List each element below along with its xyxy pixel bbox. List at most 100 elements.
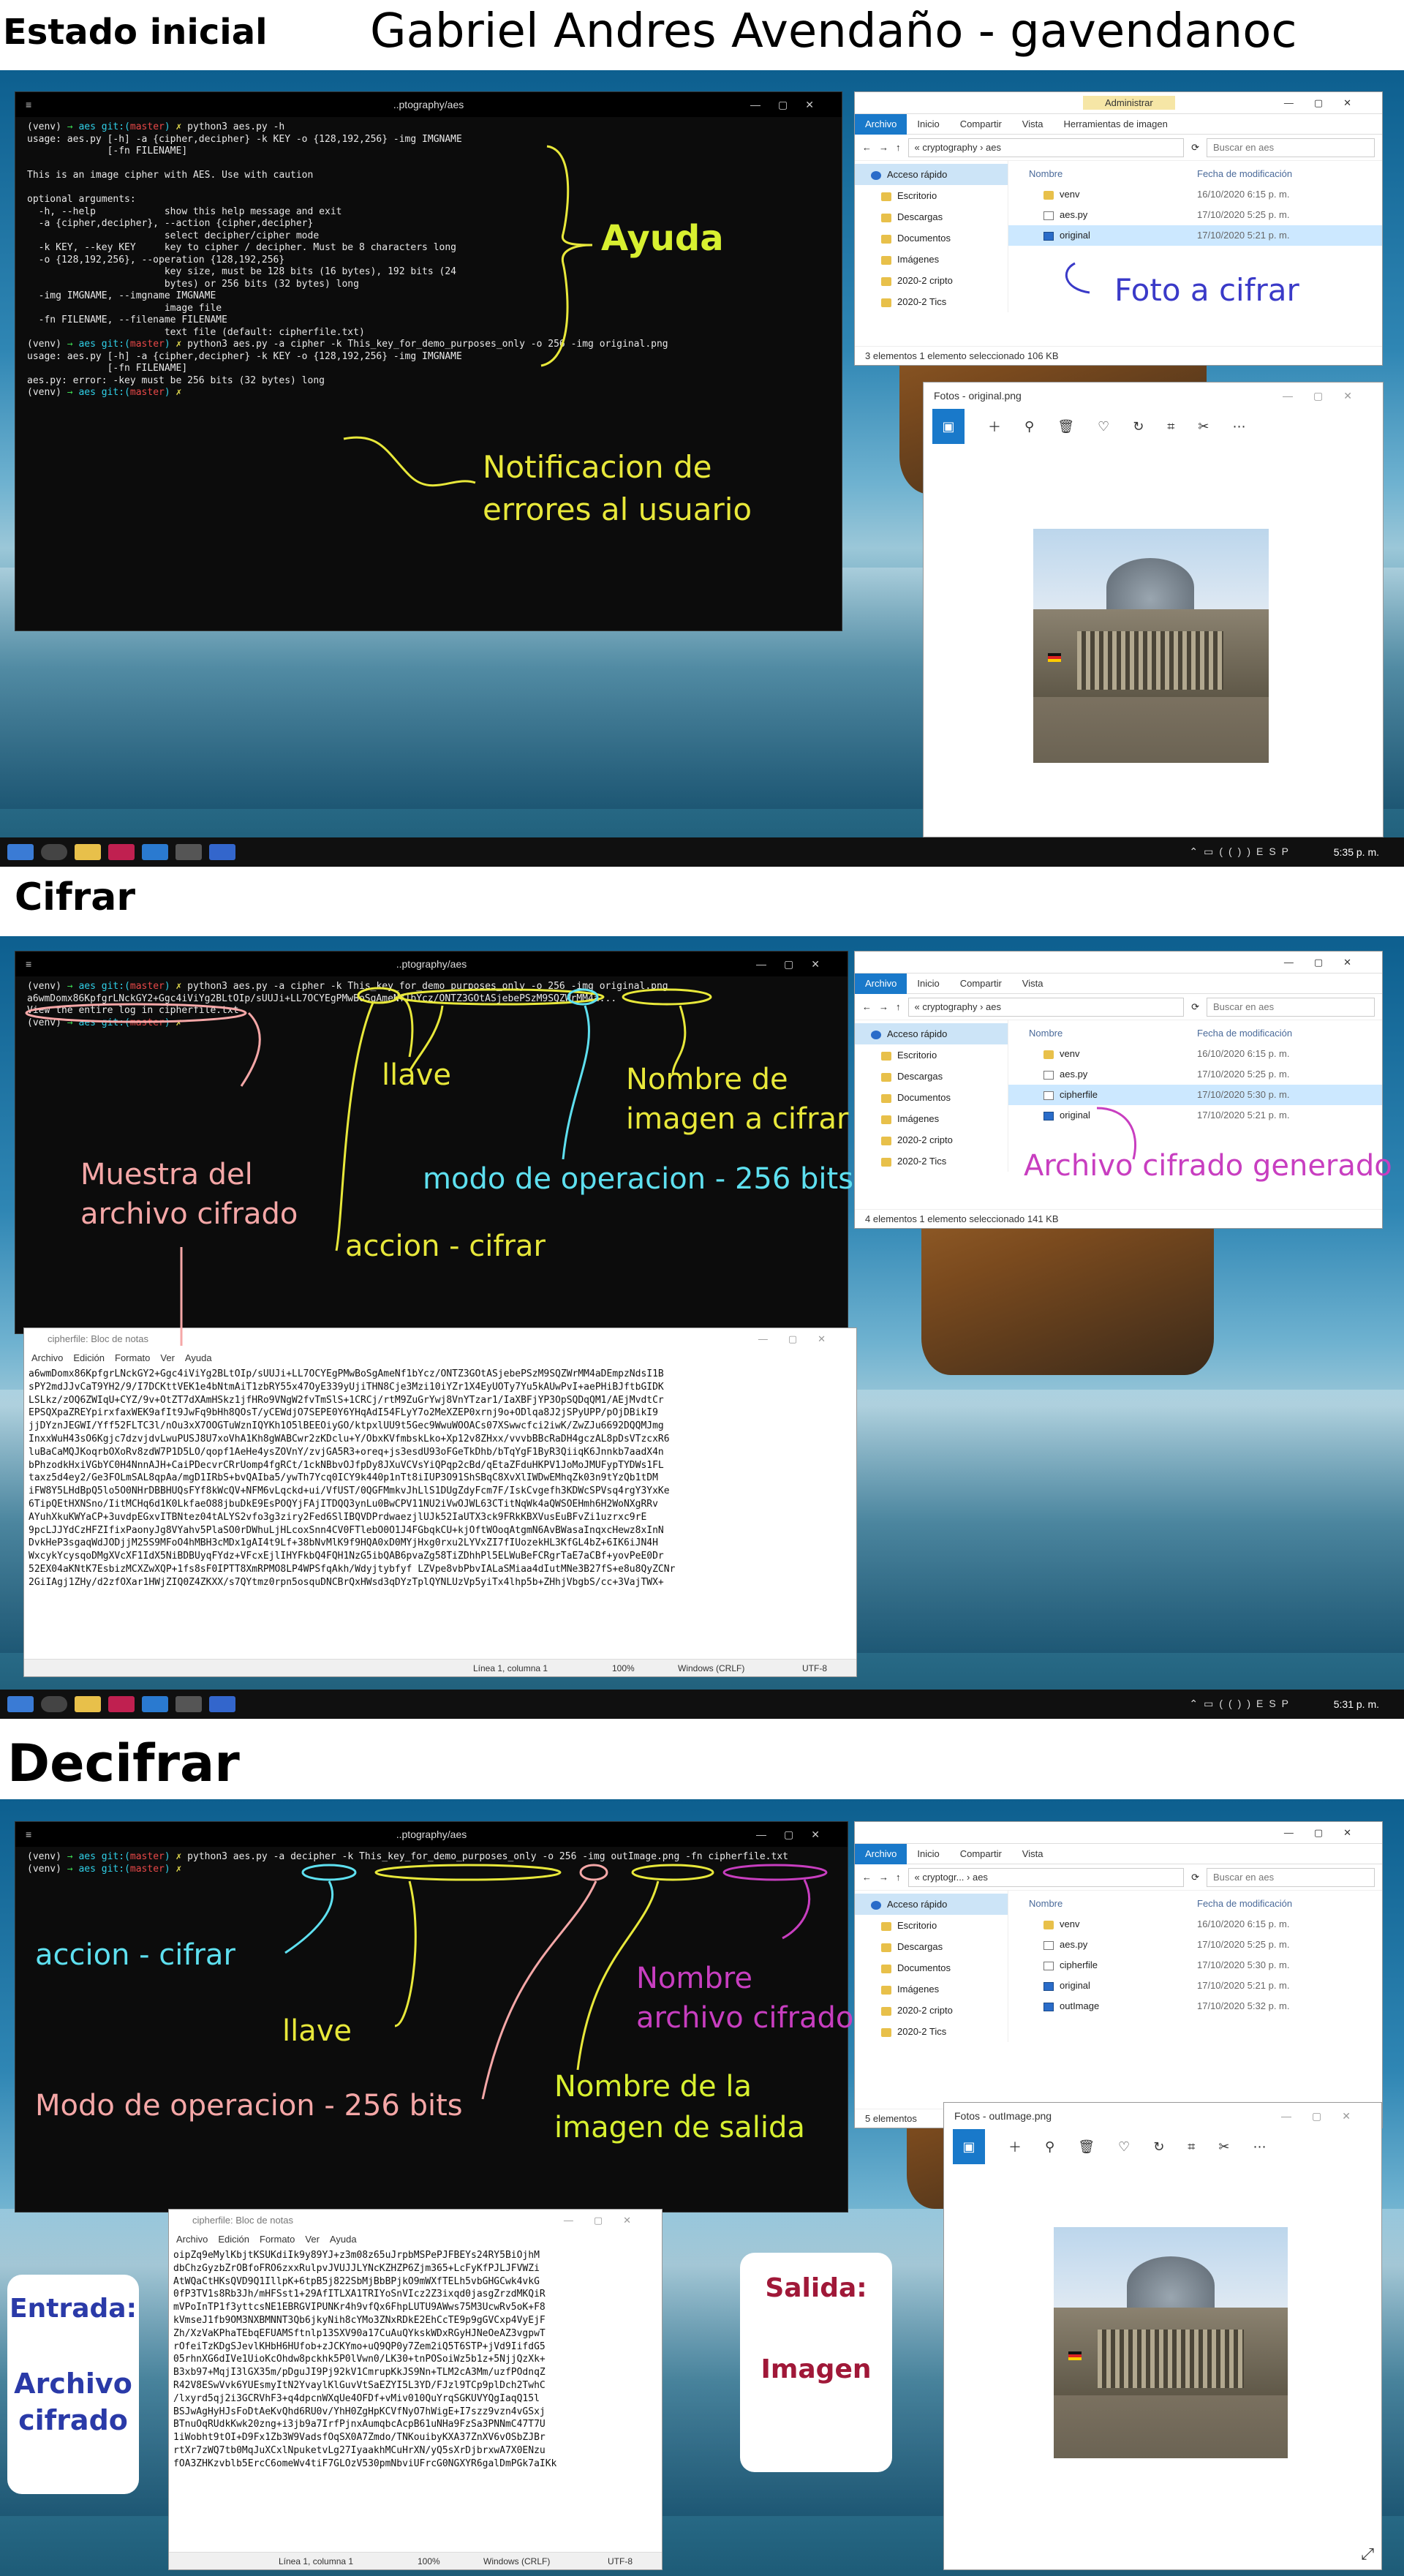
file-row[interactable]: original 17/10/2020 5:21 p. m. — [1008, 1976, 1382, 1996]
search-input[interactable]: Buscar en aes — [1207, 1867, 1375, 1887]
nav-item[interactable]: Acceso rápido — [855, 164, 1008, 185]
photos-window[interactable]: Fotos - outImage.png —▢✕ ▣ ＋ ⚲ 🗑 ♡ ↻ ⌗ ✂ ⋯ ⤢ — [943, 2102, 1382, 2570]
column-date[interactable]: Fecha de modificación — [1197, 1023, 1365, 1044]
file-row[interactable]: outImage 17/10/2020 5:32 p. m. — [1008, 1996, 1382, 2016]
notepad-menu-item[interactable]: Formato — [260, 2232, 295, 2248]
rotate-icon[interactable]: ↻ — [1133, 419, 1144, 434]
folder-icon[interactable] — [75, 844, 101, 860]
up-arrow-icon[interactable]: ↑ — [896, 142, 901, 153]
terminal-output[interactable]: (venv) → aes git:(master) ✗ python3 aes.… — [15, 117, 842, 404]
navigation-pane[interactable]: Acceso rápido Escritorio Descargas Document… — [855, 1891, 1008, 2042]
file-explorer-window[interactable]: Administrar —▢✕ Archivo Inicio Compartir Vis… — [854, 91, 1383, 366]
nav-item[interactable]: Documentos — [855, 1957, 1008, 1978]
ribbon-tab-inicio[interactable]: Inicio — [907, 118, 949, 129]
notepad-text[interactable]: a6wmDomx86KpfgrLNckGY2+Ggc4iViYg2BLtOIp/… — [24, 1366, 856, 1591]
navigation-pane[interactable]: Acceso rápido Escritorio Descargas Document… — [855, 161, 1008, 312]
manage-tab[interactable]: Administrar — [1083, 96, 1175, 110]
ribbon-tab-vista[interactable]: Vista — [1012, 118, 1054, 129]
file-row[interactable]: venv 16/10/2020 6:15 p. m. — [1008, 184, 1382, 205]
favorite-icon[interactable]: ♡ — [1098, 419, 1109, 434]
nav-item[interactable]: Imágenes — [855, 249, 1008, 270]
ribbon-tab-vista[interactable]: Vista — [1012, 1848, 1054, 1859]
nav-item[interactable]: Descargas — [855, 206, 1008, 227]
file-row[interactable]: venv 16/10/2020 6:15 p. m. — [1008, 1044, 1382, 1064]
column-name[interactable]: Nombre — [1029, 164, 1197, 184]
taskbar[interactable]: ⌃▭(())ESP 5:35 p. m. — [0, 837, 1404, 867]
nav-item[interactable]: Acceso rápido — [855, 1894, 1008, 1915]
notepad-menu-item[interactable]: Ayuda — [185, 1350, 212, 1366]
taskbar[interactable]: ⌃▭(())ESP 5:31 p. m. — [0, 1690, 1404, 1719]
nav-item[interactable]: Documentos — [855, 227, 1008, 249]
notepad-text[interactable]: oipZq9eMylKbjtKSUKdiIk9y89YJ+z3m08z65uJr… — [169, 2248, 662, 2472]
nav-item[interactable]: Escritorio — [855, 1044, 1008, 1066]
ribbon-tab-herramientas-de-imagen[interactable]: Herramientas de imagen — [1053, 118, 1177, 129]
edit-icon[interactable]: ✂ — [1198, 419, 1209, 434]
app-icon[interactable] — [176, 844, 202, 860]
explorer-ribbon[interactable]: Archivo Inicio Compartir Vista Herramientas … — [855, 113, 1382, 135]
address-bar[interactable]: « cryptography › aes — [907, 138, 1185, 157]
image-view-icon[interactable]: ▣ — [932, 409, 965, 444]
address-bar[interactable]: « cryptography › aes — [907, 997, 1185, 1017]
notepad-menu-item[interactable]: Ver — [160, 1350, 175, 1366]
file-row[interactable]: venv 16/10/2020 6:15 p. m. — [1008, 1914, 1382, 1935]
delete-icon[interactable]: 🗑 — [1057, 419, 1074, 434]
nav-item[interactable]: Documentos — [855, 1087, 1008, 1108]
terminal-menu-icon[interactable]: ≡ — [26, 92, 31, 117]
crop-icon[interactable]: ⌗ — [1167, 419, 1174, 434]
photos-icon[interactable] — [209, 844, 235, 860]
column-name[interactable]: Nombre — [1029, 1023, 1197, 1044]
file-row[interactable]: cipherfile 17/10/2020 5:30 p. m. — [1008, 1955, 1382, 1976]
terminal-output[interactable]: (venv) → aes git:(master) ✗ python3 aes.… — [15, 976, 848, 1033]
image-view-icon[interactable]: ▣ — [953, 2129, 985, 2164]
search-input[interactable]: Buscar en aes — [1207, 997, 1375, 1017]
file-row[interactable]: original 17/10/2020 5:21 p. m. — [1008, 1105, 1382, 1126]
system-tray[interactable]: ⌃▭(())ESP — [1189, 846, 1294, 858]
search-input[interactable]: Buscar en aes — [1207, 138, 1375, 157]
ribbon-tab-compartir[interactable]: Compartir — [950, 978, 1012, 989]
window-controls[interactable]: —▢✕ — [1284, 92, 1372, 114]
nav-item[interactable]: Descargas — [855, 1936, 1008, 1957]
notepad-menu[interactable]: Archivo Edición Formato Ver Ayuda — [169, 2232, 662, 2248]
chrome-icon[interactable] — [41, 844, 67, 860]
nav-item[interactable]: 2020-2 Tics — [855, 291, 1008, 312]
notepad-menu-item[interactable]: Ver — [305, 2232, 320, 2248]
photos-toolbar[interactable]: ▣ ＋ ⚲ 🗑 ♡ ↻ ⌗ ✂ ⋯ — [924, 409, 1383, 444]
column-date[interactable]: Fecha de modificación — [1197, 1894, 1365, 1914]
nav-item[interactable]: 2020-2 cripto — [855, 2000, 1008, 2021]
ribbon-tab-compartir[interactable]: Compartir — [950, 1848, 1012, 1859]
file-explorer-window[interactable]: —▢✕ Archivo Inicio Compartir Vista ← → ↑ « cry… — [854, 951, 1383, 1229]
ribbon-tab-inicio[interactable]: Inicio — [907, 978, 949, 989]
terminal-window[interactable]: ≡ ..ptography/aes —▢✕ (venv) → aes git:(ma… — [15, 91, 842, 631]
notepad-menu-item[interactable]: Formato — [115, 1350, 150, 1366]
photos-window[interactable]: Fotos - original.png —▢✕ ▣ ＋ ⚲ 🗑 ♡ ↻ ⌗ ✂ ⋯ — [923, 382, 1384, 837]
nav-item[interactable]: Escritorio — [855, 185, 1008, 206]
notepad-menu-item[interactable]: Archivo — [31, 1350, 63, 1366]
start-icon[interactable] — [7, 844, 34, 860]
column-date[interactable]: Fecha de modificación — [1197, 164, 1365, 184]
file-row[interactable]: original 17/10/2020 5:21 p. m. — [1008, 225, 1382, 246]
ribbon-tab-archivo[interactable]: Archivo — [855, 973, 907, 994]
address-bar[interactable]: « cryptogr... › aes — [907, 1867, 1185, 1887]
ribbon-tab-archivo[interactable]: Archivo — [855, 113, 907, 135]
nav-item[interactable]: 2020-2 cripto — [855, 1129, 1008, 1150]
zoom-icon[interactable]: ⚲ — [1024, 419, 1034, 434]
notepad-window[interactable]: cipherfile: Bloc de notas —▢✕ Archivo Edic… — [23, 1327, 857, 1677]
file-row[interactable]: aes.py 17/10/2020 5:25 p. m. — [1008, 205, 1382, 225]
ribbon-tab-inicio[interactable]: Inicio — [907, 1848, 949, 1859]
notepad-menu-item[interactable]: Ayuda — [330, 2232, 357, 2248]
ribbon-tab-vista[interactable]: Vista — [1012, 978, 1054, 989]
more-icon[interactable]: ⋯ — [1233, 419, 1246, 434]
nav-item[interactable]: Descargas — [855, 1066, 1008, 1087]
notepad-menu-item[interactable]: Edición — [73, 1350, 105, 1366]
file-row[interactable]: aes.py 17/10/2020 5:25 p. m. — [1008, 1935, 1382, 1955]
nav-item[interactable]: Escritorio — [855, 1915, 1008, 1936]
ribbon-tab-archivo[interactable]: Archivo — [855, 1843, 907, 1864]
nav-item[interactable]: 2020-2 cripto — [855, 270, 1008, 291]
navigation-pane[interactable]: Acceso rápido Escritorio Descargas Document… — [855, 1020, 1008, 1172]
refresh-icon[interactable]: ⟳ — [1191, 142, 1199, 154]
file-row[interactable]: cipherfile 17/10/2020 5:30 p. m. — [1008, 1085, 1382, 1105]
nav-item[interactable]: 2020-2 Tics — [855, 1150, 1008, 1172]
terminal-icon[interactable] — [108, 844, 135, 860]
file-row[interactable]: aes.py 17/10/2020 5:25 p. m. — [1008, 1064, 1382, 1085]
nav-item[interactable]: Imágenes — [855, 1108, 1008, 1129]
